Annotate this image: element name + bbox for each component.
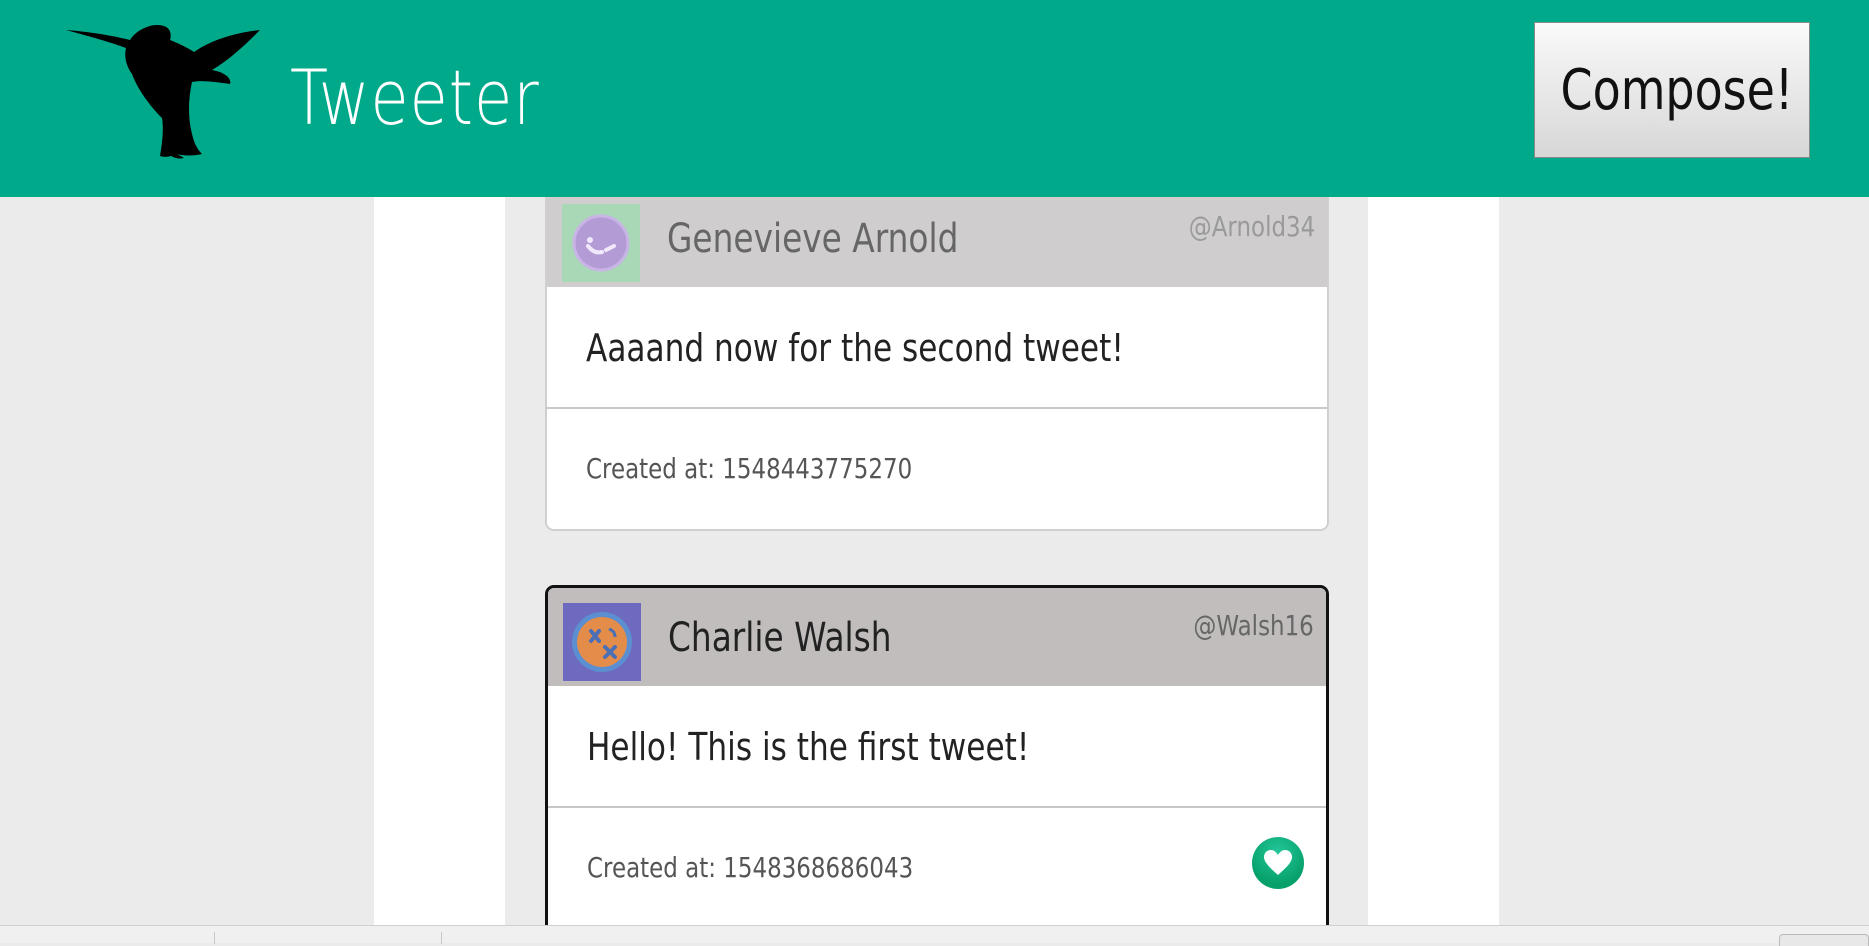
tweet-card: Genevieve Arnold @Arnold34 Aaaand now fo… bbox=[545, 197, 1329, 531]
purple-avatar-icon[interactable] bbox=[562, 204, 640, 282]
author-name: Genevieve Arnold bbox=[667, 216, 959, 262]
created-at: Created at: 1548368686043 bbox=[587, 851, 914, 884]
author-handle: @Arnold34 bbox=[1188, 210, 1315, 243]
tweet-body: Aaaand now for the second tweet! bbox=[547, 287, 1327, 409]
author-name: Charlie Walsh bbox=[668, 615, 892, 661]
tweet-footer: Created at: 1548368686043 bbox=[548, 808, 1326, 925]
author-handle: @Walsh16 bbox=[1193, 609, 1314, 642]
tweet-footer: Created at: 1548443775270 bbox=[547, 409, 1327, 529]
tweet-card: Charlie Walsh @Walsh16 Hello! This is th… bbox=[545, 585, 1329, 925]
status-divider bbox=[214, 932, 215, 944]
status-tab[interactable] bbox=[1779, 934, 1869, 946]
created-at: Created at: 1548443775270 bbox=[586, 452, 913, 485]
heart-icon bbox=[1264, 850, 1292, 875]
right-panel bbox=[1368, 197, 1499, 925]
status-divider bbox=[441, 932, 442, 944]
compose-button-label: Compose! bbox=[1560, 57, 1794, 123]
left-panel bbox=[374, 197, 505, 925]
tweet-header: Genevieve Arnold @Arnold34 bbox=[547, 197, 1327, 287]
status-bar bbox=[0, 925, 1869, 946]
tweet-text: Aaaand now for the second tweet! bbox=[586, 326, 1124, 370]
tweet-feed[interactable]: Genevieve Arnold @Arnold34 Aaaand now fo… bbox=[505, 197, 1368, 925]
app-title: Tweeter bbox=[290, 53, 540, 142]
hummingbird-icon bbox=[66, 24, 260, 159]
tweet-text: Hello! This is the first tweet! bbox=[587, 725, 1030, 769]
tweet-header: Charlie Walsh @Walsh16 bbox=[548, 588, 1326, 686]
like-button[interactable] bbox=[1252, 837, 1304, 889]
compose-button[interactable]: Compose! bbox=[1534, 22, 1810, 158]
orange-avatar-icon[interactable] bbox=[563, 603, 641, 681]
tweet-body: Hello! This is the first tweet! bbox=[548, 686, 1326, 808]
app-header: Tweeter Compose! bbox=[0, 0, 1869, 197]
